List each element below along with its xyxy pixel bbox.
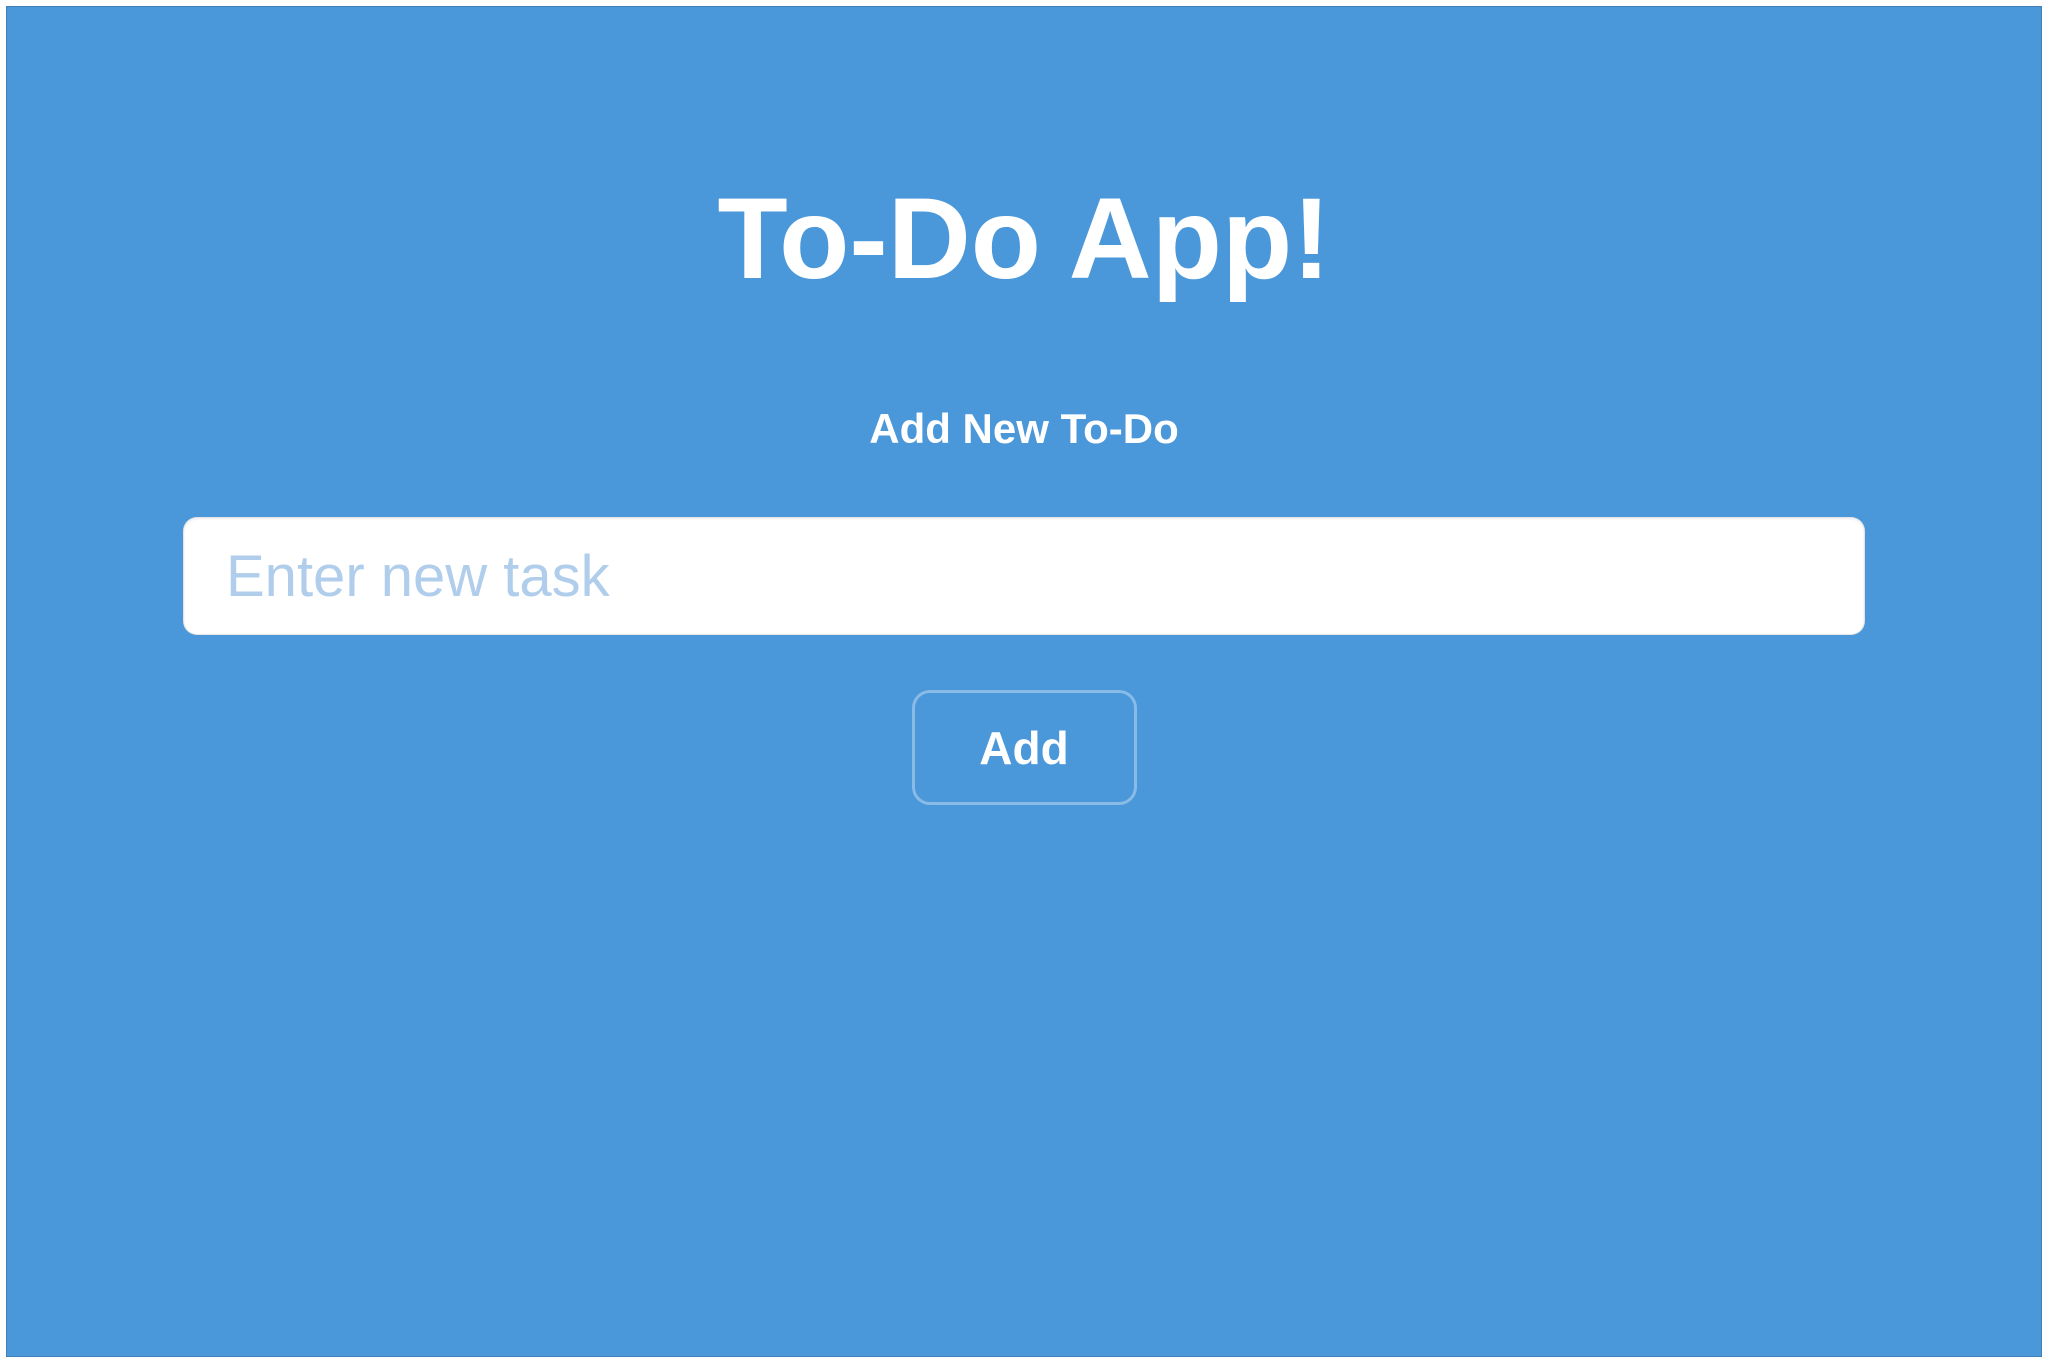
app-container: To-Do App! Add New To-Do Add <box>6 6 2042 1357</box>
new-task-input[interactable] <box>183 517 1865 635</box>
app-title: To-Do App! <box>717 182 1330 297</box>
add-button[interactable]: Add <box>912 690 1137 805</box>
add-new-subtitle: Add New To-Do <box>869 405 1179 453</box>
